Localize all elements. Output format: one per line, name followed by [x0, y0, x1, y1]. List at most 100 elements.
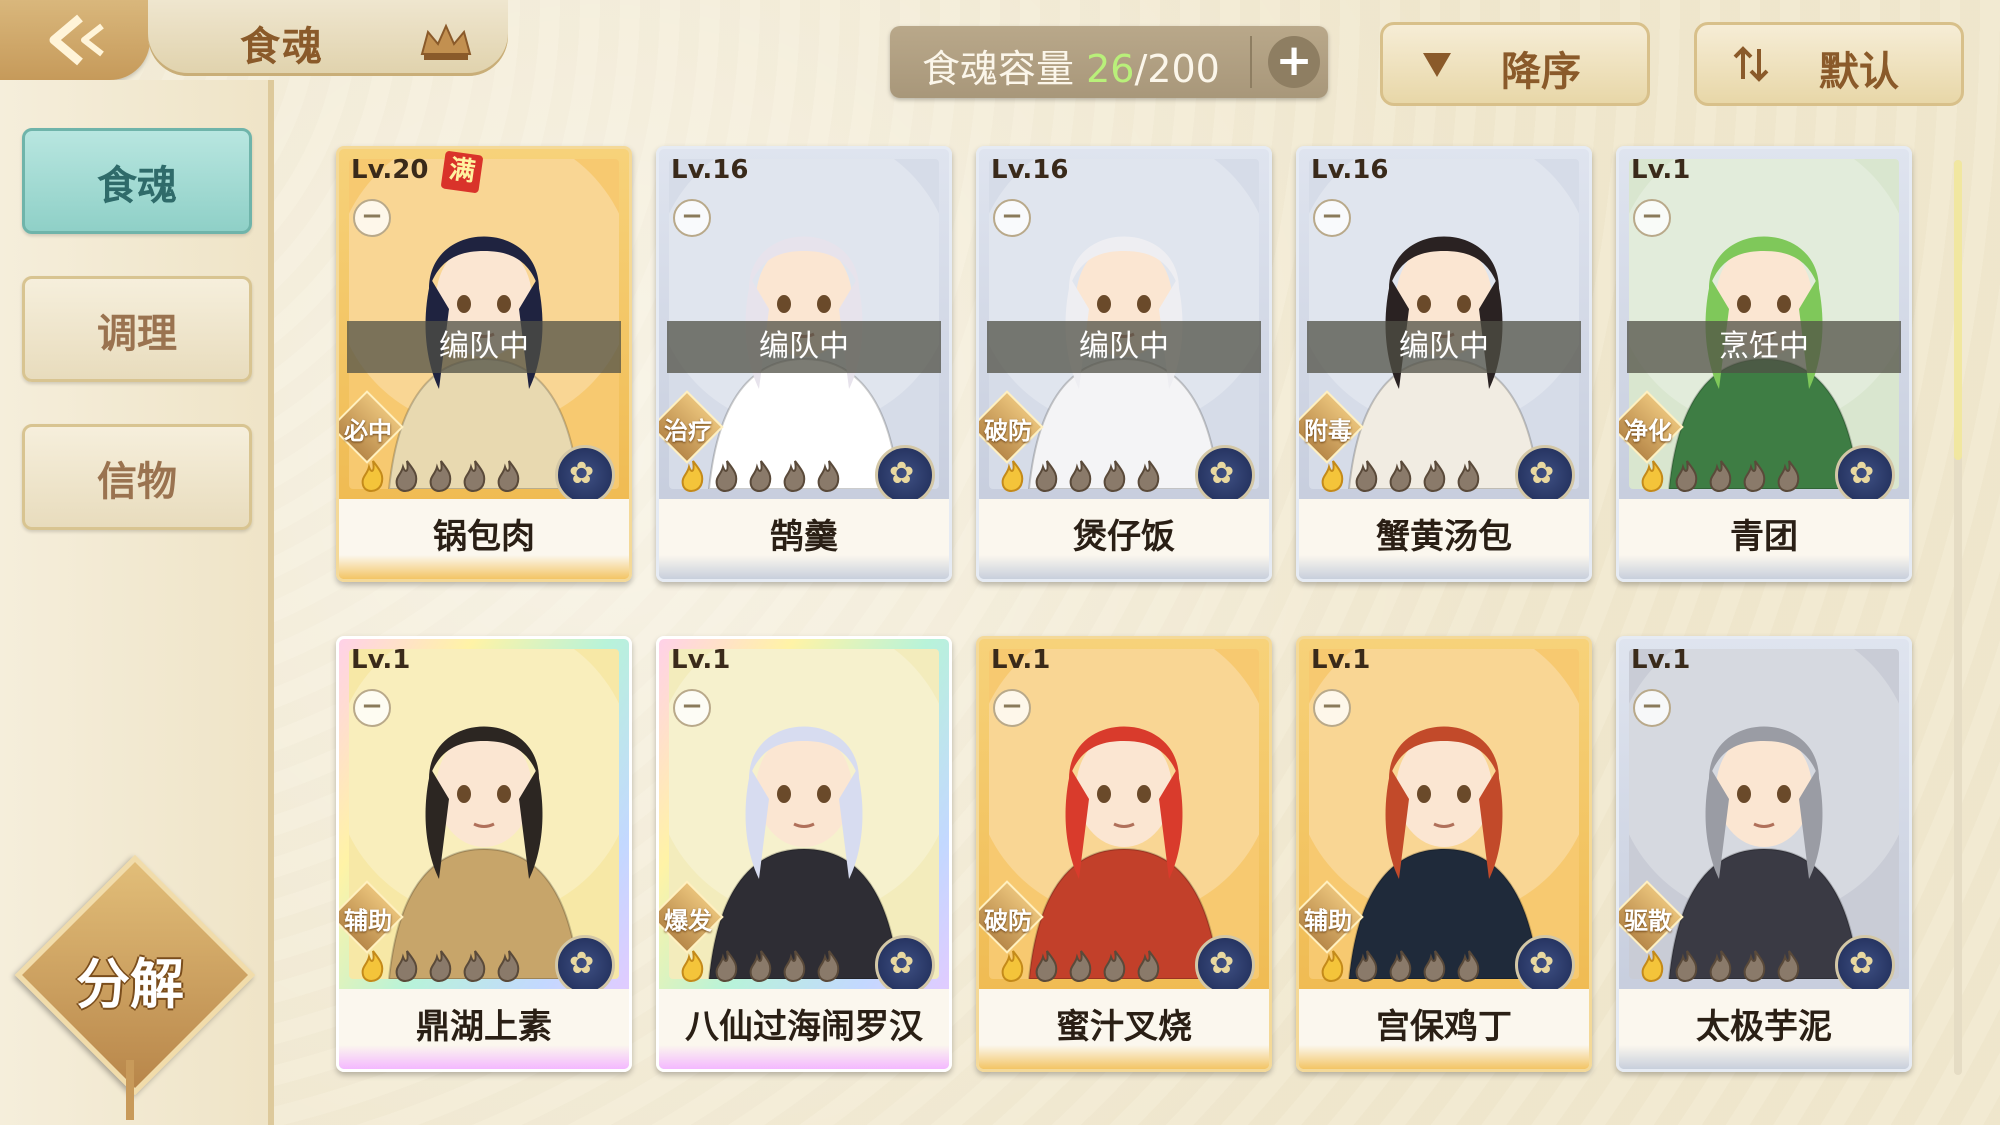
top-bar: 食魂 食魂容量 26/200 + 降序 默认: [0, 0, 2000, 106]
role-tag: 辅助: [339, 880, 404, 954]
role-tag: 辅助: [1299, 880, 1364, 954]
food-soul-card[interactable]: Lv.1 − 辅助 ✿ 宫保鸡丁: [1296, 636, 1592, 1072]
flame-star-icon: [1355, 460, 1378, 492]
element-flower-icon: ✿: [1515, 935, 1575, 995]
status-banner: 编队中: [987, 321, 1261, 373]
status-banner: 编队中: [347, 321, 621, 373]
status-banner: 编队中: [667, 321, 941, 373]
role-label: 破防: [984, 907, 1032, 935]
capacity-text: 食魂容量 26/200: [922, 38, 1220, 93]
sidebar-item-nurture[interactable]: 调理: [22, 276, 252, 382]
food-soul-card[interactable]: Lv.20 满 − 编队中 必中 ✿ 锅包肉: [336, 146, 632, 582]
plus-icon: +: [1275, 35, 1313, 86]
food-soul-card[interactable]: Lv.16 − 编队中 治疗 ✿ 鹄羹: [656, 146, 952, 582]
lock-toggle-icon[interactable]: −: [1633, 689, 1671, 727]
lock-toggle-icon[interactable]: −: [993, 199, 1031, 237]
status-banner: 编队中: [1307, 321, 1581, 373]
flame-star-icon: [1389, 950, 1412, 982]
sidebar-item-label: 调理: [97, 310, 177, 357]
role-label: 辅助: [1304, 907, 1352, 935]
flame-star-icon: [1103, 460, 1126, 492]
flame-star-icon: [1321, 950, 1344, 982]
level-label: Lv.16: [991, 155, 1069, 185]
role-tag: 治疗: [659, 390, 724, 464]
level-label: Lv.1: [351, 645, 411, 675]
star-rating: [1637, 459, 1807, 497]
star-rating: [997, 459, 1167, 497]
flame-star-icon: [395, 460, 418, 492]
flame-star-icon: [1035, 950, 1058, 982]
flame-star-icon: [783, 950, 806, 982]
star-rating: [357, 459, 527, 497]
scroll-thumb[interactable]: [1954, 160, 1962, 460]
flame-star-icon: [361, 950, 384, 982]
flame-star-icon: [1137, 950, 1160, 982]
page-title: 食魂: [240, 23, 324, 70]
star-rating: [677, 949, 847, 987]
lock-toggle-icon[interactable]: −: [353, 199, 391, 237]
food-soul-card[interactable]: Lv.1 − 驱散 ✿ 太极芋泥: [1616, 636, 1912, 1072]
flame-star-icon: [1641, 460, 1664, 492]
level-label: Lv.16: [671, 155, 749, 185]
flame-star-icon: [1777, 950, 1800, 982]
flame-star-icon: [395, 950, 418, 982]
role-label: 附毒: [1304, 417, 1352, 445]
food-soul-card[interactable]: Lv.1 − 破防 ✿ 蜜汁叉烧: [976, 636, 1272, 1072]
lock-toggle-icon[interactable]: −: [1313, 199, 1351, 237]
capacity-total: /200: [1134, 47, 1220, 91]
food-soul-card[interactable]: Lv.1 − 辅助 ✿ 鼎湖上素: [336, 636, 632, 1072]
flame-star-icon: [1389, 460, 1412, 492]
scrollbar[interactable]: [1954, 160, 1962, 1075]
role-label: 净化: [1624, 417, 1672, 445]
flame-star-icon: [497, 950, 520, 982]
flame-star-icon: [1001, 950, 1024, 982]
back-button[interactable]: [0, 0, 150, 80]
add-capacity-button[interactable]: +: [1268, 36, 1320, 88]
lock-toggle-icon[interactable]: −: [1633, 199, 1671, 237]
flame-star-icon: [1137, 460, 1160, 492]
flame-star-icon: [1457, 460, 1480, 492]
star-rating: [1317, 949, 1487, 987]
level-label: Lv.1: [1631, 645, 1691, 675]
flame-star-icon: [783, 460, 806, 492]
sort-mode-button[interactable]: 默认: [1694, 22, 1964, 106]
role-tag: 驱散: [1619, 880, 1684, 954]
crown-icon[interactable]: [418, 20, 474, 64]
role-label: 驱散: [1624, 907, 1672, 935]
sort-order-button[interactable]: 降序: [1380, 22, 1650, 106]
flame-star-icon: [681, 460, 704, 492]
flame-star-icon: [749, 460, 772, 492]
food-soul-name: 蟹黄汤包: [1376, 517, 1512, 557]
lock-toggle-icon[interactable]: −: [993, 689, 1031, 727]
food-soul-name: 煲仔饭: [1073, 517, 1175, 557]
element-flower-icon: ✿: [555, 445, 615, 505]
lock-toggle-icon[interactable]: −: [353, 689, 391, 727]
flame-star-icon: [361, 460, 384, 492]
sidebar-item-tokens[interactable]: 信物: [22, 424, 252, 530]
flame-star-icon: [681, 950, 704, 982]
element-flower-icon: ✿: [1835, 445, 1895, 505]
food-soul-card[interactable]: Lv.16 − 编队中 破防 ✿ 煲仔饭: [976, 146, 1272, 582]
flame-star-icon: [1423, 950, 1446, 982]
star-rating: [677, 459, 847, 497]
level-label: Lv.1: [1311, 645, 1371, 675]
element-flower-icon: ✿: [875, 445, 935, 505]
lock-toggle-icon[interactable]: −: [1313, 689, 1351, 727]
food-soul-card[interactable]: Lv.16 − 编队中 附毒 ✿ 蟹黄汤包: [1296, 146, 1592, 582]
star-rating: [1637, 949, 1807, 987]
flame-star-icon: [1035, 460, 1058, 492]
flame-star-icon: [715, 460, 738, 492]
food-soul-name: 鼎湖上素: [416, 1007, 552, 1047]
element-flower-icon: ✿: [875, 935, 935, 995]
flame-star-icon: [817, 950, 840, 982]
food-soul-card[interactable]: Lv.1 − 爆发 ✿ 八仙过海闹罗汉: [656, 636, 952, 1072]
flame-star-icon: [1069, 950, 1092, 982]
star-rating: [997, 949, 1167, 987]
role-tag: 净化: [1619, 390, 1684, 464]
flame-star-icon: [463, 460, 486, 492]
lock-toggle-icon[interactable]: −: [673, 689, 711, 727]
lock-toggle-icon[interactable]: −: [673, 199, 711, 237]
sidebar-item-food-souls[interactable]: 食魂: [22, 128, 252, 234]
food-soul-name: 鹄羹: [770, 517, 838, 557]
food-soul-card[interactable]: Lv.1 − 烹饪中 净化 ✿ 青团: [1616, 146, 1912, 582]
